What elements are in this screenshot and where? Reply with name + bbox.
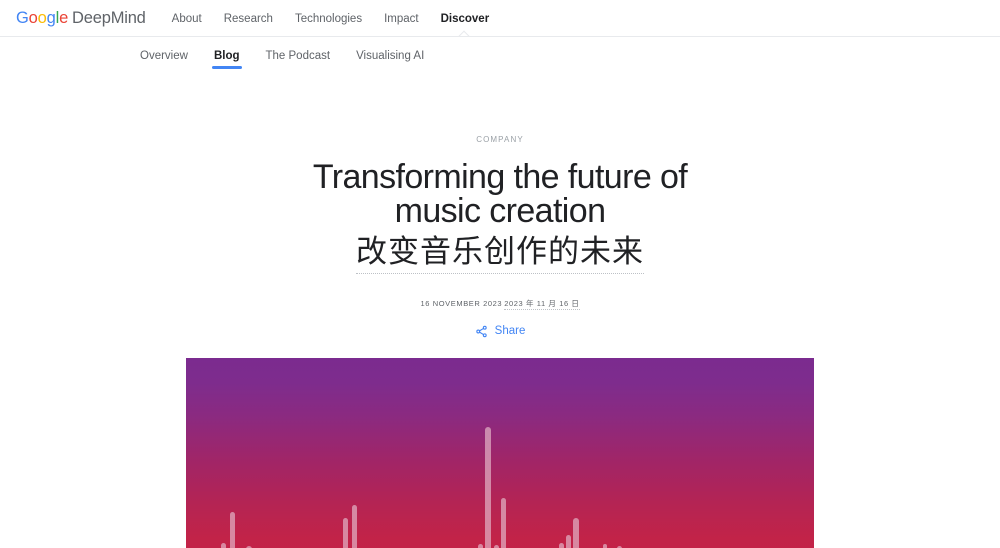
waveform-bar [565, 534, 571, 548]
section-navigation: Overview Blog The Podcast Visualising AI [0, 37, 1000, 75]
subnav-item-overview[interactable]: Overview [140, 37, 188, 75]
waveform-bar [478, 543, 483, 548]
google-wordmark: Google [16, 9, 69, 27]
waveform-bar [558, 542, 564, 548]
nav-item-research[interactable]: Research [224, 13, 273, 25]
page-title-chinese: 改变音乐创作的未来 [356, 234, 644, 274]
article-date-chinese: 2023 年 11 月 16 日 [504, 298, 580, 310]
page-title-english: Transforming the future of music creatio… [312, 158, 688, 230]
page-title: Transforming the future of music creatio… [285, 160, 715, 274]
hero-image-waveform [186, 357, 814, 548]
nav-item-technologies[interactable]: Technologies [295, 13, 362, 25]
waveform-bar [351, 504, 358, 548]
article-date: 16 NOVEMBER 2023 2023 年 11 月 16 日 [0, 298, 1000, 310]
waveform-bar [493, 544, 499, 548]
article-date-english: 16 NOVEMBER 2023 [420, 298, 503, 308]
subnav-item-blog[interactable]: Blog [211, 37, 242, 75]
site-header: Google DeepMind About Research Technologi… [0, 0, 1000, 37]
waveform-bar [485, 426, 491, 548]
nav-item-discover[interactable]: Discover [441, 13, 490, 25]
waveform-bar [573, 517, 579, 548]
share-icon [475, 325, 488, 338]
waveform-graphic [186, 358, 814, 548]
main-navigation: About Research Technologies Impact Disco… [172, 12, 490, 25]
share-label: Share [494, 325, 526, 338]
waveform-bar [501, 497, 507, 548]
article-category-label: COMPANY [476, 135, 524, 144]
subnav-item-the-podcast[interactable]: The Podcast [266, 37, 331, 75]
nav-item-impact[interactable]: Impact [384, 13, 419, 25]
waveform-bar [220, 542, 226, 548]
brand-logo[interactable]: Google DeepMind [16, 9, 146, 28]
subnav-item-visualising-ai[interactable]: Visualising AI [356, 37, 424, 75]
waveform-bar [229, 511, 236, 548]
share-button[interactable]: Share [0, 325, 1000, 338]
deepmind-wordmark: DeepMind [72, 9, 146, 27]
nav-item-about[interactable]: About [172, 13, 202, 25]
article-header: COMPANY Transforming the future of music… [0, 75, 1000, 548]
waveform-bar [602, 543, 607, 548]
waveform-bar [343, 517, 348, 548]
active-nav-notch-icon [457, 30, 473, 37]
hero-image-container [0, 357, 1000, 548]
